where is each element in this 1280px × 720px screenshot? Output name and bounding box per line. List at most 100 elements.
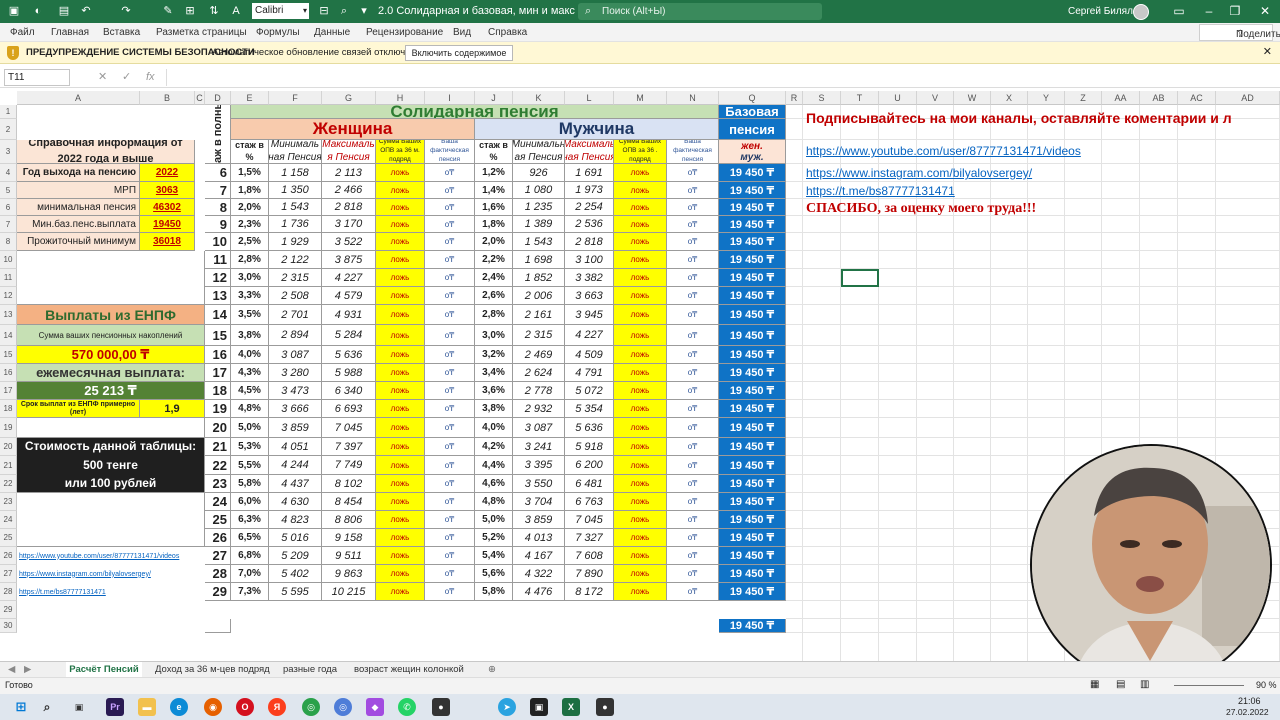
woman-fact[interactable]: о₸ <box>425 305 475 325</box>
reference-label[interactable]: минимальная пенсия <box>17 199 140 216</box>
base-pension[interactable]: 19 450 ₸ <box>719 364 786 382</box>
man-percent[interactable]: 3,6% <box>475 382 513 400</box>
woman-opv[interactable]: ложь <box>376 287 425 305</box>
woman-max-pension[interactable]: 3 522 <box>322 233 376 251</box>
woman-percent[interactable]: 6,5% <box>231 529 269 547</box>
man-opv[interactable]: ложь <box>614 565 667 583</box>
woman-fact[interactable]: о₸ <box>425 382 475 400</box>
man-min-pension[interactable]: 3 550 <box>513 475 565 493</box>
user-avatar[interactable] <box>1133 4 1149 20</box>
man-max-pension[interactable]: 3 100 <box>565 251 614 269</box>
man-percent[interactable]: 2,6% <box>475 287 513 305</box>
sheet-tab[interactable]: разные года <box>283 662 337 677</box>
woman-opv[interactable]: ложь <box>376 216 425 233</box>
stazh-years[interactable] <box>205 619 231 633</box>
row-header[interactable]: 19 <box>0 418 17 438</box>
woman-percent[interactable]: 4,3% <box>231 364 269 382</box>
man-percent[interactable]: 5,6% <box>475 565 513 583</box>
excel-taskbar-icon[interactable]: X <box>562 698 580 716</box>
man-percent[interactable]: 5,0% <box>475 511 513 529</box>
woman-percent[interactable]: 4,5% <box>231 382 269 400</box>
man-fact[interactable]: о₸ <box>667 475 719 493</box>
man-opv[interactable]: ложь <box>614 199 667 216</box>
woman-max-pension[interactable]: 6 340 <box>322 382 376 400</box>
font-name-box[interactable]: Calibri ▾ <box>252 3 309 19</box>
stazh-years[interactable]: 27 <box>205 547 231 565</box>
name-box[interactable]: T11 <box>4 69 70 86</box>
woman-percent[interactable]: 4,8% <box>231 400 269 418</box>
column-header[interactable]: X <box>991 91 1028 105</box>
woman-header[interactable]: Женщина <box>231 119 475 140</box>
tab-page-layout[interactable]: Разметка страницы <box>156 23 247 42</box>
woman-min-pension[interactable]: 5 595 <box>269 583 322 601</box>
woman-opv[interactable]: ложь <box>376 583 425 601</box>
man-percent[interactable]: 4,0% <box>475 418 513 438</box>
man-min-pension[interactable]: 3 395 <box>513 456 565 475</box>
man-min-pension[interactable]: 1 389 <box>513 216 565 233</box>
enpf-monthly-label[interactable]: ежемесячная выплата: <box>17 364 205 382</box>
column-header[interactable]: T <box>841 91 879 105</box>
man-opv[interactable]: ложь <box>614 164 667 182</box>
reference-value[interactable]: 46302 <box>140 199 195 216</box>
stazh-years[interactable]: 25 <box>205 511 231 529</box>
man-max-pension[interactable]: 5 636 <box>565 418 614 438</box>
save-icon[interactable]: ▤ <box>56 3 72 19</box>
woman-opv[interactable]: ложь <box>376 182 425 199</box>
man-opv[interactable]: ложь <box>614 364 667 382</box>
man-percent[interactable]: 1,2% <box>475 164 513 182</box>
man-opv[interactable]: ложь <box>614 529 667 547</box>
stazh-years[interactable]: 8 <box>205 199 231 216</box>
woman-fact[interactable]: о₸ <box>425 565 475 583</box>
man-percent[interactable]: 4,2% <box>475 438 513 456</box>
woman-max-pension[interactable]: 9 511 <box>322 547 376 565</box>
man-max-pension[interactable]: 1 973 <box>565 182 614 199</box>
woman-max-pension[interactable]: 4 227 <box>322 269 376 287</box>
woman-min-pension[interactable]: 2 315 <box>269 269 322 287</box>
base-pension[interactable]: 19 450 ₸ <box>719 529 786 547</box>
woman-fact[interactable]: о₸ <box>425 475 475 493</box>
column-header[interactable]: E <box>231 91 269 105</box>
whatsapp-icon[interactable]: ✆ <box>398 698 416 716</box>
man-min-pension[interactable]: 1 698 <box>513 251 565 269</box>
woman-percent[interactable]: 6,3% <box>231 511 269 529</box>
column-header[interactable]: C <box>195 91 205 105</box>
stazh-years[interactable]: 24 <box>205 493 231 511</box>
woman-fact[interactable]: о₸ <box>425 400 475 418</box>
man-opv[interactable]: ложь <box>614 182 667 199</box>
woman-percent[interactable]: 3,5% <box>231 305 269 325</box>
man-min-pension[interactable]: 4 013 <box>513 529 565 547</box>
enpf-sum-value[interactable]: 570 000,00 ₸ <box>17 346 205 364</box>
column-header[interactable]: F <box>269 91 322 105</box>
man-fact[interactable]: о₸ <box>667 325 719 346</box>
column-header[interactable]: Q <box>719 91 786 105</box>
row-header[interactable]: 27 <box>0 565 17 583</box>
woman-opv[interactable]: ложь <box>376 511 425 529</box>
man-min-pension[interactable]: 1 235 <box>513 199 565 216</box>
stazh-years[interactable]: 20 <box>205 418 231 438</box>
man-max-pension[interactable]: 6 200 <box>565 456 614 475</box>
woman-max-pension[interactable]: 2 466 <box>322 182 376 199</box>
man-max-pension[interactable]: 5 354 <box>565 400 614 418</box>
stazh-years[interactable]: 18 <box>205 382 231 400</box>
reference-value[interactable]: 2022 <box>140 164 195 182</box>
woman-opv[interactable]: ложь <box>376 233 425 251</box>
row-header[interactable]: 24 <box>0 511 17 529</box>
row-header[interactable]: 12 <box>0 287 17 305</box>
man-min-pension[interactable]: 1 080 <box>513 182 565 199</box>
woman-max-pension[interactable]: 8 102 <box>322 475 376 493</box>
stazh-years[interactable]: 22 <box>205 456 231 475</box>
man-min-pension[interactable]: 2 778 <box>513 382 565 400</box>
page-layout-icon[interactable]: ▤ <box>1116 679 1125 690</box>
man-min-pension[interactable]: 1 852 <box>513 269 565 287</box>
tab-insert[interactable]: Вставка <box>103 23 140 42</box>
base-pension[interactable]: 19 450 ₸ <box>719 325 786 346</box>
man-percent[interactable]: 3,4% <box>475 364 513 382</box>
man-percent[interactable]: 2,4% <box>475 269 513 287</box>
enpf-sum-label[interactable]: Сумма ваших пенсионных накоплений <box>17 325 205 346</box>
man-opv[interactable]: ложь <box>614 269 667 287</box>
woman-min-pension[interactable]: 1 158 <box>269 164 322 182</box>
row-header[interactable]: 2 <box>0 119 17 140</box>
woman-percent[interactable]: 6,0% <box>231 493 269 511</box>
row-header[interactable]: 1 <box>0 105 17 119</box>
enpf-term-label[interactable]: Срок выплат из ЕНПФ примерно (лет) <box>17 400 140 418</box>
